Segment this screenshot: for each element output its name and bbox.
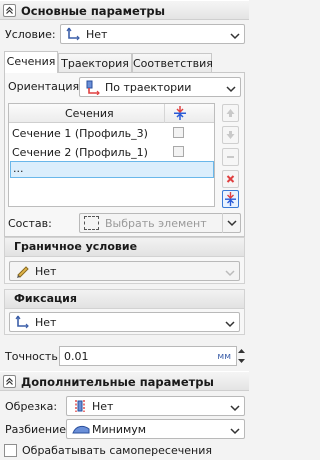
table-row[interactable]: ...: [10, 161, 214, 178]
table-row[interactable]: Сечение 1 (Профиль_3): [9, 124, 214, 143]
column-divider: [164, 104, 165, 123]
composition-select[interactable]: Выбрать элемент: [79, 213, 241, 233]
tab-correspondences[interactable]: Соответствия: [132, 53, 213, 73]
table-header: Сечения: [9, 104, 214, 123]
minus-icon: [227, 156, 234, 158]
fixation-title: Фиксация: [5, 290, 244, 309]
trim-label: Обрезка:: [5, 400, 58, 413]
tab-trajectory[interactable]: Траектория: [58, 53, 132, 73]
collapse-chevron-icon[interactable]: [3, 375, 16, 388]
fixation-value: Нет: [35, 316, 57, 329]
chevron-down-icon: [227, 220, 237, 227]
trim-select[interactable]: Нет: [66, 396, 245, 416]
row-name: Сечение 1 (Профиль_3): [12, 127, 148, 140]
composition-placeholder: Выбрать элемент: [105, 217, 207, 230]
fixation-icon: [15, 315, 31, 332]
split-select[interactable]: Минимум: [66, 419, 245, 439]
accuracy-spinner[interactable]: [237, 346, 246, 366]
accuracy-unit: мм: [217, 352, 231, 362]
main-params-header[interactable]: Основные параметры: [0, 0, 249, 20]
main-params-title: Основные параметры: [21, 4, 166, 18]
tab-sections[interactable]: Сечения: [4, 51, 58, 73]
boundary-condition-panel: Граничное условие Нет: [4, 237, 245, 284]
condition-icon: [66, 27, 82, 44]
trajectory-orientation-icon: [85, 80, 101, 98]
chevron-down-icon: [225, 318, 235, 331]
close-icon: [226, 175, 235, 183]
arrow-down-icon: [226, 131, 235, 139]
split-value: Минимум: [92, 423, 147, 436]
extra-params-header[interactable]: Дополнительные параметры: [0, 371, 249, 391]
composition-dropdown[interactable]: [222, 213, 240, 233]
self-intersection-checkbox[interactable]: [4, 444, 17, 457]
fixation-panel: Фиксация Нет: [4, 289, 245, 335]
arrow-up-icon: [226, 109, 235, 117]
trim-value: Нет: [92, 400, 114, 413]
move-up-button[interactable]: [222, 104, 239, 122]
swap-direction-button[interactable]: [222, 190, 239, 208]
boundary-condition-select[interactable]: Нет: [9, 261, 240, 281]
move-down-button[interactable]: [222, 126, 239, 144]
swap-direction-icon[interactable]: [172, 105, 188, 124]
condition-value: Нет: [86, 28, 108, 41]
orientation-select[interactable]: По траектории: [79, 77, 241, 97]
fixation-select[interactable]: Нет: [9, 312, 240, 332]
remove-button[interactable]: [222, 148, 239, 166]
self-intersection-label: Обрабатывать самопересечения: [22, 444, 212, 457]
condition-select[interactable]: Нет: [60, 24, 245, 44]
condition-label: Условие:: [5, 28, 56, 41]
accuracy-label: Точность:: [5, 350, 62, 363]
swap-direction-icon: [225, 192, 236, 206]
accuracy-input[interactable]: 0.01 мм: [59, 346, 237, 366]
table-header-label: Сечения: [65, 107, 114, 120]
collapse-chevron-icon[interactable]: [3, 4, 16, 17]
sections-table[interactable]: Сечения Сечение 1 (Профиль_3) Сечение 2 …: [8, 103, 215, 207]
orientation-value: По траектории: [105, 81, 192, 94]
chevron-down-icon: [230, 30, 240, 43]
chevron-down-icon: [230, 402, 240, 415]
boundary-condition-value: Нет: [35, 265, 57, 278]
row-name: ...: [13, 162, 24, 175]
chevron-down-icon: [226, 83, 236, 96]
extra-params-title: Дополнительные параметры: [21, 375, 214, 389]
row-checkbox[interactable]: [173, 146, 184, 157]
trim-icon: [72, 399, 88, 416]
self-intersection-option[interactable]: Обрабатывать самопересечения: [4, 443, 244, 459]
table-row[interactable]: Сечение 2 (Профиль_1): [9, 143, 214, 162]
row-checkbox[interactable]: [173, 127, 184, 138]
orientation-label: Ориентация:: [8, 80, 83, 93]
row-name: Сечение 2 (Профиль_1): [12, 146, 148, 159]
split-minimum-icon: [72, 422, 90, 439]
boundary-condition-title: Граничное условие: [5, 238, 244, 257]
composition-label: Состав:: [8, 217, 52, 230]
delete-all-button[interactable]: [222, 170, 239, 188]
accuracy-value: 0.01: [64, 350, 89, 363]
spinner-arrows-icon: [238, 349, 245, 363]
chevron-down-icon: [225, 267, 235, 280]
chevron-down-icon: [230, 425, 240, 438]
pencil-icon: [15, 264, 31, 281]
split-label: Разбиение:: [5, 423, 70, 436]
select-element-icon: [84, 216, 99, 230]
